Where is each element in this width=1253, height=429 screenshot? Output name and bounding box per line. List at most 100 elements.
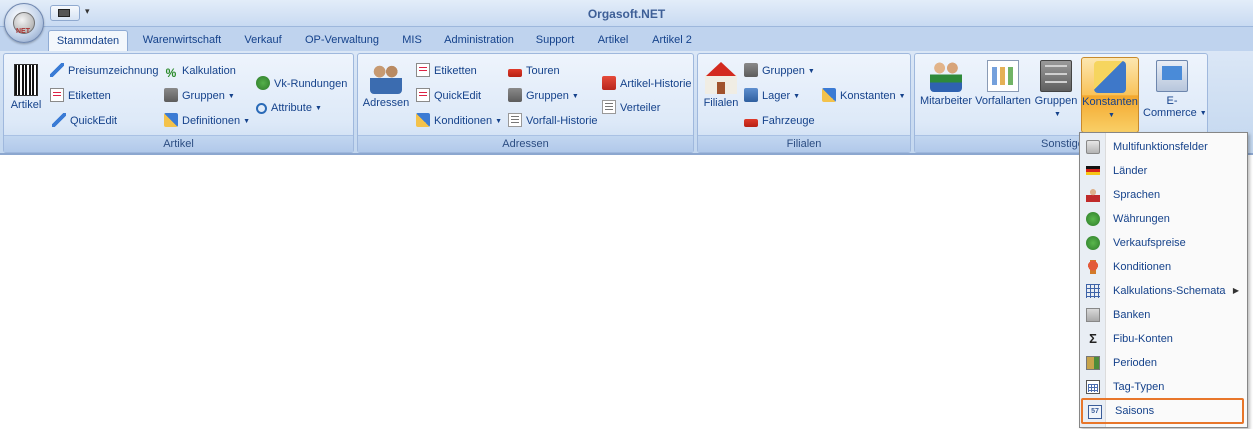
artikel-historie-button[interactable]: Artikel-Historie <box>602 75 692 93</box>
chevron-down-icon: ▼ <box>571 93 579 100</box>
mitarbeiter-label: Mitarbeiter <box>920 95 972 107</box>
mitarbeiter-button[interactable]: Mitarbeiter <box>919 60 973 107</box>
e-commerce-button[interactable]: E- Commerce ▼ <box>1143 60 1207 119</box>
adressen-button-label: Adressen <box>362 97 410 109</box>
verteiler-button[interactable]: Verteiler <box>602 99 660 117</box>
group-artikel: Artikel Preisumzeichnung Etiketten Quick… <box>3 53 354 153</box>
vorfallarten-label: Vorfallarten <box>975 95 1031 107</box>
tab-verkauf[interactable]: Verkauf <box>238 30 288 51</box>
constants-icon <box>1094 61 1126 93</box>
cabinet-icon <box>1040 60 1072 92</box>
adressen-button[interactable]: Adressen <box>362 62 410 109</box>
attribute-dropdown[interactable]: Attribute ▼ <box>256 99 322 117</box>
menu-item-konditionen[interactable]: Konditionen <box>1080 255 1247 279</box>
menu-item-label: Sprachen <box>1113 189 1161 201</box>
chevron-down-icon: ▼ <box>314 105 322 112</box>
search-icon <box>256 103 267 114</box>
fahrzeuge-button[interactable]: Fahrzeuge <box>744 112 815 130</box>
label-icon <box>416 63 430 77</box>
kalkulation-button[interactable]: % Kalkulation <box>164 62 236 80</box>
touren-button[interactable]: Touren <box>508 62 560 80</box>
sonstige-gruppen-button[interactable]: Gruppen ▼ <box>1033 60 1079 118</box>
preisumzeichnung-label: Preisumzeichnung <box>68 65 159 77</box>
menu-item-label: Konditionen <box>1113 261 1172 273</box>
adressen-etiketten-button[interactable]: Etiketten <box>416 62 477 80</box>
laptop-icon <box>1156 60 1188 92</box>
menu-item-label: Länder <box>1113 165 1148 177</box>
tab-artikel-2[interactable]: Artikel 2 <box>646 30 698 51</box>
adressen-gruppen-dropdown[interactable]: Gruppen ▼ <box>508 87 579 105</box>
tab-support[interactable]: Support <box>530 30 580 51</box>
filialen-gruppen-dropdown[interactable]: Gruppen ▼ <box>744 62 815 80</box>
tab-stammdaten[interactable]: Stammdaten <box>48 30 128 51</box>
filialen-konstanten-dropdown[interactable]: Konstanten ▼ <box>822 87 906 105</box>
vorfall-historie-button[interactable]: Vorfall-Historie <box>508 112 598 130</box>
tab-warenwirtschaft[interactable]: Warenwirtschaft <box>138 30 226 51</box>
quickedit-label: QuickEdit <box>70 115 118 127</box>
filialen-button-label: Filialen <box>703 97 739 109</box>
submenu-arrow-icon: ▶ <box>1232 286 1239 295</box>
group-label-adressen: Adressen <box>358 135 693 152</box>
group-label-artikel: Artikel <box>4 135 353 152</box>
tab-mis[interactable]: MIS <box>396 30 428 51</box>
price-icon <box>1086 236 1100 250</box>
calendar-season-icon: 57 <box>1088 405 1102 419</box>
menu-item-sprachen[interactable]: Sprachen <box>1080 183 1247 207</box>
menu-item-label: Multifunktionsfelder <box>1113 141 1208 153</box>
lager-dropdown[interactable]: Lager ▼ <box>744 87 800 105</box>
employees-icon <box>930 60 962 92</box>
label-icon <box>50 88 64 102</box>
tab-artikel[interactable]: Artikel <box>592 30 634 51</box>
chevron-down-icon: ▼ <box>898 93 906 100</box>
vk-rundungen-button[interactable]: Vk-Rundungen <box>256 75 347 93</box>
menu-item-perioden[interactable]: Perioden <box>1080 351 1247 375</box>
menu-item-verkaufspreise[interactable]: Verkaufspreise <box>1080 231 1247 255</box>
menu-item-label: Verkaufspreise <box>1113 237 1186 249</box>
gruppen-label: Gruppen <box>182 90 225 102</box>
gruppen-dropdown[interactable]: Gruppen ▼ <box>164 87 235 105</box>
menu-item-tag-typen[interactable]: Tag-Typen <box>1080 375 1247 399</box>
menu-item-label: Kalkulations-Schemata <box>1113 285 1226 297</box>
filialen-button[interactable]: Filialen <box>702 62 740 109</box>
chevron-down-icon: ▼ <box>495 118 503 125</box>
menu-item-multifunktionsfelder[interactable]: Multifunktionsfelder <box>1080 135 1247 159</box>
menu-item-saisons[interactable]: 57 Saisons <box>1081 398 1244 424</box>
adressen-quickedit-button[interactable]: QuickEdit <box>416 87 481 105</box>
touren-label: Touren <box>526 65 560 77</box>
artikel-button[interactable]: Artikel <box>8 64 44 111</box>
kalkulation-label: Kalkulation <box>182 65 236 77</box>
distribution-icon <box>602 100 616 114</box>
edit-icon <box>52 113 66 127</box>
constants-icon <box>822 88 836 102</box>
coin-icon <box>1086 212 1100 226</box>
calendar-icon <box>1086 380 1100 394</box>
konstanten-label: Konstanten <box>1082 96 1138 108</box>
definition-icon <box>164 113 178 127</box>
menu-item-banken[interactable]: Banken <box>1080 303 1247 327</box>
tab-administration[interactable]: Administration <box>440 30 518 51</box>
e-commerce-label-line2: Commerce <box>1143 107 1197 119</box>
menu-item-waehrungen[interactable]: Währungen <box>1080 207 1247 231</box>
person-icon <box>1086 188 1100 202</box>
verteiler-label: Verteiler <box>620 102 661 114</box>
konditionen-dropdown[interactable]: Konditionen ▼ <box>416 112 502 130</box>
article-history-icon <box>602 76 616 90</box>
vorfallarten-button[interactable]: Vorfallarten <box>975 60 1031 107</box>
menu-item-laender[interactable]: Länder <box>1080 159 1247 183</box>
menu-item-kalkulations-schemata[interactable]: Kalkulations-Schemata ▶ <box>1080 279 1247 303</box>
menu-item-label: Banken <box>1113 309 1151 321</box>
konstanten-button[interactable]: Konstanten ▼ <box>1081 57 1139 133</box>
menu-item-label: Perioden <box>1113 357 1158 369</box>
chevron-down-icon: ▼ <box>227 93 235 100</box>
filialen-konstanten-label: Konstanten <box>840 90 896 102</box>
menu-item-fibu-konten[interactable]: Σ Fibu-Konten <box>1080 327 1247 351</box>
application-menu-button[interactable]: NET <box>4 3 44 43</box>
artikel-historie-label: Artikel-Historie <box>620 78 692 90</box>
tab-op-verwaltung[interactable]: OP-Verwaltung <box>300 30 384 51</box>
e-commerce-label-line1: E- <box>1166 95 1178 107</box>
definitionen-dropdown[interactable]: Definitionen ▼ <box>164 112 250 130</box>
quickedit-button[interactable]: QuickEdit <box>52 112 117 130</box>
etiketten-button[interactable]: Etiketten <box>50 87 111 105</box>
sonstige-gruppen-label: Gruppen <box>1034 95 1078 107</box>
preisumzeichnung-button[interactable]: Preisumzeichnung <box>50 62 159 80</box>
